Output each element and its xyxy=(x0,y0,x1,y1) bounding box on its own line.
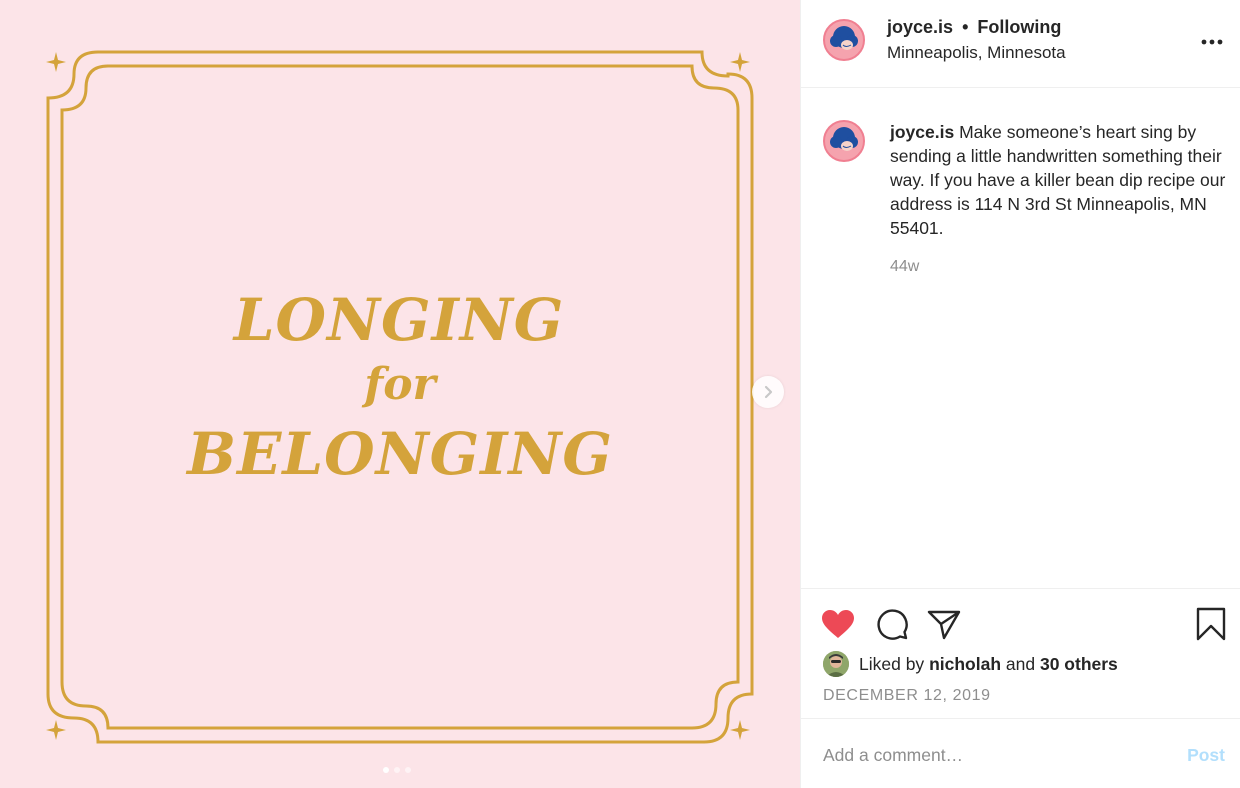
bookmark-icon xyxy=(1196,607,1226,641)
likes-prefix: Liked by xyxy=(859,653,925,674)
caption-section: joyce.is Make someone’s heart sing by se… xyxy=(801,88,1240,588)
share-button[interactable] xyxy=(927,607,961,641)
chevron-right-icon xyxy=(764,385,773,399)
like-button[interactable] xyxy=(821,607,855,641)
post-header: joyce.is • Following Minneapolis, Minnes… xyxy=(801,0,1240,88)
headline-line-2: for xyxy=(364,359,436,410)
caption-text: joyce.is Make someone’s heart sing by se… xyxy=(890,120,1230,240)
post-date[interactable]: DECEMBER 12, 2019 xyxy=(823,687,991,705)
location-link[interactable]: Minneapolis, Minnesota xyxy=(887,43,1066,63)
post-image[interactable]: LONGING for BELONGING xyxy=(0,0,800,788)
header-user-line: joyce.is • Following xyxy=(887,17,1061,38)
more-horizontal-icon xyxy=(1201,39,1223,45)
afro-avatar-icon xyxy=(830,127,858,151)
caption-avatar[interactable] xyxy=(823,120,865,162)
likes-others-link[interactable]: 30 others xyxy=(1040,654,1118,675)
header-username[interactable]: joyce.is xyxy=(887,17,953,37)
carousel-indicator xyxy=(383,767,411,773)
poster-headline: LONGING for BELONGING xyxy=(0,0,800,788)
headline-line-1: LONGING xyxy=(233,286,565,354)
likes-conjunction: and xyxy=(1005,653,1036,674)
comment-input[interactable] xyxy=(823,741,1153,769)
carousel-dot xyxy=(405,767,411,773)
avatar[interactable] xyxy=(823,19,865,61)
post-side-panel: joyce.is • Following Minneapolis, Minnes… xyxy=(800,0,1240,788)
following-button[interactable]: Following xyxy=(977,17,1061,37)
carousel-next-button[interactable] xyxy=(752,376,784,408)
caption-username[interactable]: joyce.is xyxy=(890,122,954,142)
carousel-dot xyxy=(383,767,389,773)
liker-username[interactable]: nicholah xyxy=(929,654,1001,675)
share-icon xyxy=(927,610,961,640)
save-button[interactable] xyxy=(1194,607,1228,641)
post-actions: Liked by nicholah and 30 others DECEMBER… xyxy=(801,588,1240,718)
liker-avatar[interactable] xyxy=(823,651,849,677)
comment-button[interactable] xyxy=(875,607,909,641)
comment-form: Post xyxy=(801,718,1240,788)
likes-summary: Liked by nicholah and 30 others xyxy=(823,651,1118,677)
afro-avatar-icon xyxy=(830,26,858,50)
post-comment-button[interactable]: Post xyxy=(1187,745,1225,766)
carousel-dot xyxy=(394,767,400,773)
caption-timestamp[interactable]: 44w xyxy=(890,258,919,276)
person-photo-icon xyxy=(823,651,849,677)
comment-icon xyxy=(877,609,908,640)
heart-icon xyxy=(822,610,854,638)
separator-dot: • xyxy=(962,17,969,37)
headline-line-3: BELONGING xyxy=(187,420,613,488)
more-options-button[interactable] xyxy=(1200,30,1224,54)
